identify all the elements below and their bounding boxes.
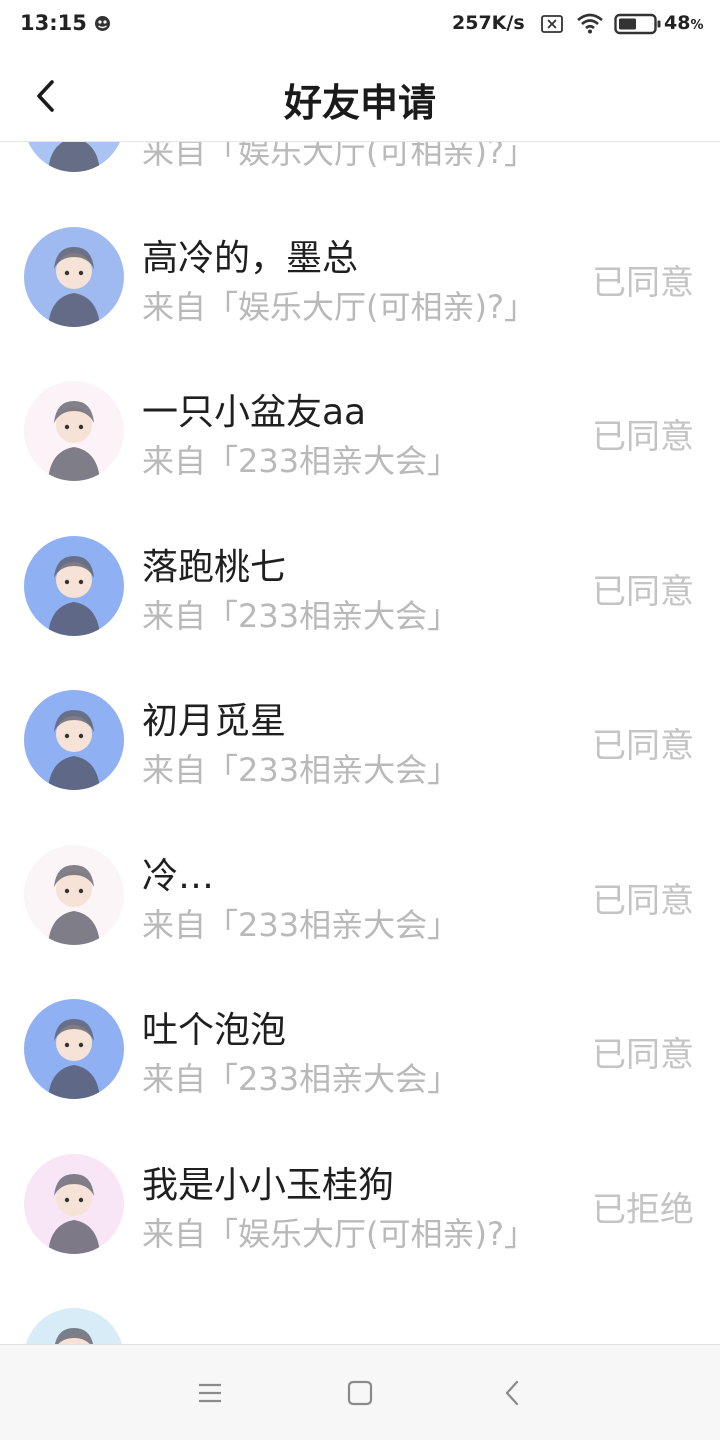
avatar-figure-icon xyxy=(48,555,100,636)
app-notification-icon xyxy=(94,15,111,32)
request-status-label: 已同意 xyxy=(592,262,694,303)
battery-percent: 48% xyxy=(664,12,703,34)
request-source: 来自「233相亲大会」 xyxy=(142,751,460,789)
avatar-figure-icon xyxy=(54,1328,94,1344)
requester-name: 我是小小玉桂狗 xyxy=(142,1164,395,1206)
avatar[interactable] xyxy=(24,999,124,1099)
request-status-label: 已拒绝 xyxy=(592,1189,694,1230)
friend-request-item[interactable] xyxy=(0,1280,720,1344)
battery-icon xyxy=(614,13,662,35)
avatar[interactable] xyxy=(24,1153,124,1254)
battery-percent-value: 48 xyxy=(664,12,691,34)
request-status-label: 已同意 xyxy=(592,726,694,766)
request-source: 来自「娱乐大厅(可相亲)?」 xyxy=(142,142,536,171)
avatar[interactable] xyxy=(24,844,124,945)
request-status-label: 已同意 xyxy=(592,1035,694,1075)
requester-name: 吐个泡泡 xyxy=(142,1010,287,1051)
battery-percent-unit: % xyxy=(690,18,704,33)
friend-request-item[interactable]: 冷… 来自「233相亲大会」 已同意 xyxy=(0,817,720,972)
friend-request-item[interactable]: 一只小盆友aa 来自「233相亲大会」 已同意 xyxy=(0,353,720,508)
friend-request-list[interactable]: 来自「娱乐大厅(可相亲)?」已同意高冷的，墨总来自「娱乐大厅(可相亲)?」已同意… xyxy=(0,142,720,1344)
request-source: 来自「233相亲大会」 xyxy=(142,1060,460,1098)
request-status-label: 已同意 xyxy=(592,142,694,149)
request-source: 来自「娱乐大厅(可相亲)?」 xyxy=(142,1214,536,1253)
avatar-figure-icon xyxy=(48,246,100,327)
avatar-figure-icon xyxy=(48,864,100,945)
wifi-icon xyxy=(576,12,604,34)
avatar[interactable] xyxy=(24,381,124,481)
friend-request-item[interactable]: 落跑桃七来自「233相亲大会」 已同意 xyxy=(0,508,720,663)
avatar-figure-icon xyxy=(48,1019,100,1099)
network-speed: 257K/s xyxy=(452,12,525,34)
friend-request-item[interactable]: 吐个泡泡来自「233相亲大会」 已同意 xyxy=(0,971,720,1126)
avatar[interactable] xyxy=(24,142,124,172)
sim-disabled-icon xyxy=(541,15,563,33)
avatar[interactable] xyxy=(24,535,124,636)
home-square-icon[interactable] xyxy=(342,1375,378,1411)
status-bar: 13:15 257K/s 48% xyxy=(0,0,720,50)
avatar-figure-icon xyxy=(48,401,100,481)
top-app-bar: 好友申请 xyxy=(0,50,720,142)
requester-name: 落跑桃七 xyxy=(142,546,287,588)
requester-name: 高冷的，墨总 xyxy=(142,237,359,279)
friend-request-item[interactable]: 来自「娱乐大厅(可相亲)?」 已同意 xyxy=(0,142,720,199)
avatar[interactable] xyxy=(24,226,124,327)
request-status-label: 已同意 xyxy=(592,417,694,457)
request-source: 来自「233相亲大会」 xyxy=(142,905,460,944)
requester-name: 一只小盆友aa xyxy=(142,392,367,433)
avatar[interactable] xyxy=(24,1308,124,1344)
request-status-label: 已同意 xyxy=(592,880,694,921)
friend-request-item[interactable]: 初月觅星来自「233相亲大会」 已同意 xyxy=(0,662,720,817)
avatar-figure-icon xyxy=(48,142,100,172)
friend-request-list-content: 来自「娱乐大厅(可相亲)?」已同意高冷的，墨总来自「娱乐大厅(可相亲)?」已同意… xyxy=(0,142,720,1344)
status-time: 13:15 xyxy=(20,11,87,35)
friend-request-item[interactable]: 高冷的，墨总来自「娱乐大厅(可相亲)?」 已同意 xyxy=(0,199,720,354)
friend-request-item[interactable]: 我是小小玉桂狗来自「娱乐大厅(可相亲)?」 已拒绝 xyxy=(0,1126,720,1281)
request-status-label: 已同意 xyxy=(592,571,694,612)
avatar-figure-icon xyxy=(48,1173,100,1254)
system-nav-bar xyxy=(0,1344,720,1440)
page-title: 好友申请 xyxy=(283,81,436,125)
request-source: 来自「233相亲大会」 xyxy=(142,596,460,635)
avatar[interactable] xyxy=(24,690,124,790)
requester-name: 冷… xyxy=(142,855,215,897)
requester-name: 初月觅星 xyxy=(142,701,287,742)
back-triangle-icon[interactable] xyxy=(494,1375,530,1411)
request-source: 来自「娱乐大厅(可相亲)?」 xyxy=(142,287,536,326)
avatar-figure-icon xyxy=(48,710,100,790)
request-source: 来自「233相亲大会」 xyxy=(142,442,460,480)
menu-icon[interactable] xyxy=(192,1375,228,1411)
